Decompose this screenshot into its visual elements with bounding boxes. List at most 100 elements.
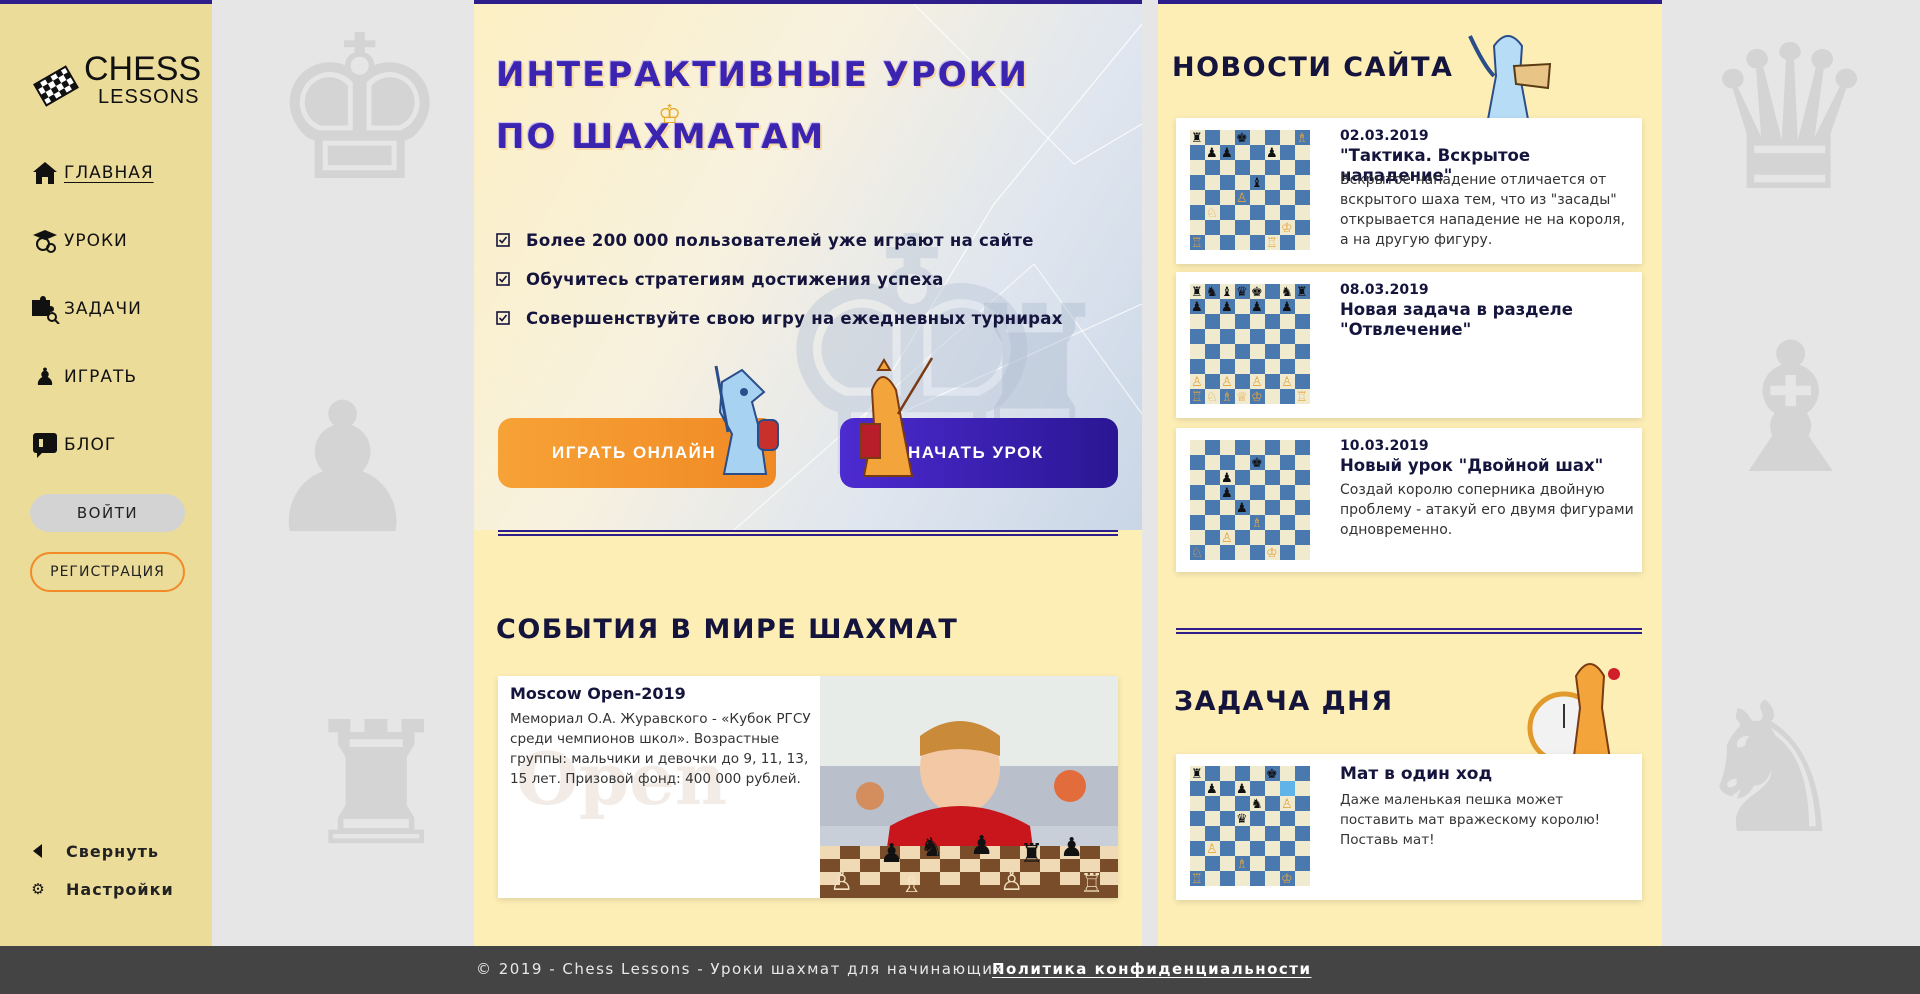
svg-text:♟: ♟ bbox=[1236, 782, 1248, 797]
home-icon bbox=[30, 158, 60, 188]
svg-text:♟: ♟ bbox=[1060, 833, 1083, 863]
svg-text:♞: ♞ bbox=[1281, 285, 1293, 300]
settings-label: Настройки bbox=[66, 879, 174, 899]
svg-text:♞: ♞ bbox=[920, 833, 943, 863]
svg-text:♟: ♟ bbox=[880, 839, 903, 869]
svg-text:♖: ♖ bbox=[1191, 872, 1203, 887]
nav-label-lessons: УРОКИ bbox=[64, 231, 128, 251]
svg-text:♖: ♖ bbox=[1296, 390, 1308, 405]
hero-bullet-text: Совершенствуйте свою игру на ежедневных … bbox=[526, 308, 1063, 328]
background-king-icon: ♚ bbox=[270, 0, 450, 226]
hero-bullet: Обучитесь стратегиям достижения успеха bbox=[496, 267, 1063, 291]
news-date: 08.03.2019 bbox=[1340, 282, 1429, 298]
svg-text:♜: ♜ bbox=[1191, 767, 1203, 782]
nav-label-home: ГЛАВНАЯ bbox=[64, 163, 154, 183]
footer: © 2019 - Chess Lessons - Уроки шахмат дл… bbox=[0, 946, 1920, 994]
knight-mascot-icon bbox=[714, 365, 779, 475]
chessboard-thumbnail: ♜ ♚♟ ♟♞♛ ♙♙♗♖ ♔ bbox=[1190, 766, 1310, 887]
svg-text:♛: ♛ bbox=[1236, 285, 1248, 300]
svg-text:♗: ♗ bbox=[1251, 516, 1263, 531]
login-button[interactable]: ВОЙТИ bbox=[30, 494, 185, 532]
checkbox-icon bbox=[496, 311, 510, 325]
news-title: Новая задача в разделе "Отвлечение" bbox=[1340, 300, 1573, 339]
svg-text:♙: ♙ bbox=[1000, 867, 1023, 897]
puzzle-card[interactable]: ♜ ♚ ♟ ♟ ♞ ♛ ♙ ♙ ♗ ♖ ♔ Мат в один ход Даже маленьк… bbox=[1176, 754, 1642, 900]
news-date: 10.03.2019 bbox=[1340, 438, 1429, 454]
hero-title: ИНТЕРАКТИВНЫЕ УРОКИ ПО ШАХМАТАМ bbox=[496, 44, 1056, 168]
svg-text:♝: ♝ bbox=[1221, 285, 1233, 300]
chessboard-thumbnail: ♜ ♚♟ ♟ ♟♝ ♗♘♙♖♔♖ bbox=[1190, 130, 1310, 251]
sidebar: CHESS LESSONS ГЛАВНАЯ УРОКИ ЗАДАЧИ ♟ ИГР… bbox=[0, 0, 212, 946]
sidebar-bottom: Свернуть ⚙ Настройки bbox=[30, 840, 174, 916]
chessboard-logo-icon bbox=[33, 65, 79, 107]
news-date: 02.03.2019 bbox=[1340, 128, 1429, 144]
svg-text:♟: ♟ bbox=[1281, 300, 1293, 315]
svg-text:♙: ♙ bbox=[1206, 842, 1218, 857]
puzzle-title: Мат в один ход bbox=[1340, 764, 1493, 784]
svg-text:♖: ♖ bbox=[1080, 869, 1103, 898]
nav-item-blog[interactable]: БЛОГ bbox=[30, 430, 154, 460]
svg-text:♙: ♙ bbox=[1221, 531, 1233, 546]
hero-banner: ♚ ♜ ИНТЕРАКТИВНЫЕ УРОКИ ПО ШАХМАТАМ ♔ Бо… bbox=[474, 4, 1142, 530]
svg-text:♞: ♞ bbox=[1251, 797, 1263, 812]
svg-text:♚: ♚ bbox=[1236, 131, 1248, 146]
nav-label-play: ИГРАТЬ bbox=[64, 367, 138, 387]
king-mascot-icon bbox=[859, 357, 934, 477]
svg-text:♔: ♔ bbox=[1281, 221, 1293, 236]
svg-text:♘: ♘ bbox=[1191, 546, 1203, 561]
svg-text:♜: ♜ bbox=[1191, 131, 1203, 146]
hero-bullet: Более 200 000 пользователей уже играют н… bbox=[496, 228, 1063, 252]
event-card[interactable]: Open Moscow Open-2019 Мемориал О.А. Жура… bbox=[498, 676, 1118, 898]
nav-item-home[interactable]: ГЛАВНАЯ bbox=[30, 158, 154, 188]
puzzle-section-title: ЗАДАЧА ДНЯ bbox=[1174, 686, 1394, 717]
svg-text:♟: ♟ bbox=[1221, 471, 1233, 486]
svg-text:♔: ♔ bbox=[1251, 390, 1263, 405]
settings-button[interactable]: ⚙ Настройки bbox=[30, 878, 174, 900]
background-pawn-icon: ♟ bbox=[262, 365, 424, 574]
svg-text:♗: ♗ bbox=[1296, 131, 1308, 146]
nav-item-play[interactable]: ♟ ИГРАТЬ bbox=[30, 362, 154, 392]
svg-text:♞: ♞ bbox=[1206, 285, 1218, 300]
hero-title-line2: ПО ШАХМАТАМ bbox=[496, 117, 826, 157]
caret-left-icon bbox=[30, 843, 46, 859]
puzzle-description: Даже маленькая пешка может поставить мат… bbox=[1340, 792, 1601, 848]
collapse-button[interactable]: Свернуть bbox=[30, 840, 174, 862]
section-divider bbox=[1176, 628, 1642, 634]
blog-icon bbox=[30, 430, 60, 460]
event-title: Moscow Open-2019 bbox=[510, 684, 686, 703]
news-card[interactable]: ♜ ♚ ♟ ♟ ♟ ♝ ♗ ♘ ♙ ♖ ♔ ♖ 02.03.2019 "Тактика. Вскры… bbox=[1176, 118, 1642, 264]
news-description: Создай королю соперника двойную проблему… bbox=[1340, 482, 1634, 538]
privacy-policy-link[interactable]: Политика конфиденциальности bbox=[992, 960, 1311, 978]
event-photo: ♟ ♞ ♟ ♜ ♟ ♙ ♗ ♙ ♖ bbox=[820, 676, 1118, 898]
nav-item-lessons[interactable]: УРОКИ bbox=[30, 226, 154, 256]
hero-bullet-text: Обучитесь стратегиям достижения успеха bbox=[526, 269, 944, 289]
logo[interactable]: CHESS LESSONS bbox=[30, 52, 201, 114]
chessboard-thumbnail: ♚ ♟♟♟ ♗ ♙ ♘ ♔ bbox=[1190, 440, 1310, 561]
svg-text:♟: ♟ bbox=[1206, 782, 1218, 797]
register-button[interactable]: РЕГИСТРАЦИЯ bbox=[30, 552, 185, 592]
news-card[interactable]: ♚ ♟ ♟ ♟ ♗ ♙ ♘ ♔ 10.03.2019 Новый урок "Двойной… bbox=[1176, 428, 1642, 572]
background-knight-icon: ♞ bbox=[1690, 665, 1852, 874]
svg-text:♜: ♜ bbox=[1191, 285, 1203, 300]
svg-text:♟: ♟ bbox=[1221, 146, 1233, 161]
pawn-icon: ♟ bbox=[34, 363, 56, 391]
news-card[interactable]: ♜ ♞ ♝ ♛ ♚ ♞ ♜ ♟ ♟ ♟ ♟ ♙ ♙ ♙ ♙ ♖ ♘ ♗ ♕ ♔ ♖ 08.03.2019 Новая … bbox=[1176, 272, 1642, 418]
news-section-title: НОВОСТИ САЙТА bbox=[1172, 52, 1454, 83]
graduation-cap-icon bbox=[30, 226, 60, 256]
svg-text:♙: ♙ bbox=[1191, 375, 1203, 390]
svg-text:♗: ♗ bbox=[900, 869, 923, 898]
footer-copyright: © 2019 - Chess Lessons - Уроки шахмат дл… bbox=[476, 960, 1004, 978]
svg-text:♚: ♚ bbox=[1251, 285, 1263, 300]
news-title: Новый урок "Двойной шах" bbox=[1340, 456, 1604, 475]
svg-text:♙: ♙ bbox=[1236, 191, 1248, 206]
svg-text:♖: ♖ bbox=[1266, 236, 1278, 251]
svg-text:♚: ♚ bbox=[1266, 767, 1278, 782]
section-divider bbox=[498, 530, 1118, 536]
nav-item-puzzles[interactable]: ЗАДАЧИ bbox=[30, 294, 154, 324]
right-column: НОВОСТИ САЙТА ♜ ♚ ♟ ♟ ♟ ♝ ♗ ♘ ♙ ♖ ♔ ♖ 02.03.2019 "… bbox=[1158, 0, 1662, 946]
event-description: Мемориал О.А. Журавского - «Кубок РГСУ с… bbox=[510, 711, 811, 787]
main-nav: ГЛАВНАЯ УРОКИ ЗАДАЧИ ♟ ИГРАТЬ БЛОГ bbox=[30, 158, 154, 498]
svg-text:♟: ♟ bbox=[1266, 146, 1278, 161]
crown-icon: ♔ bbox=[658, 100, 682, 130]
checkbox-icon bbox=[496, 272, 510, 286]
